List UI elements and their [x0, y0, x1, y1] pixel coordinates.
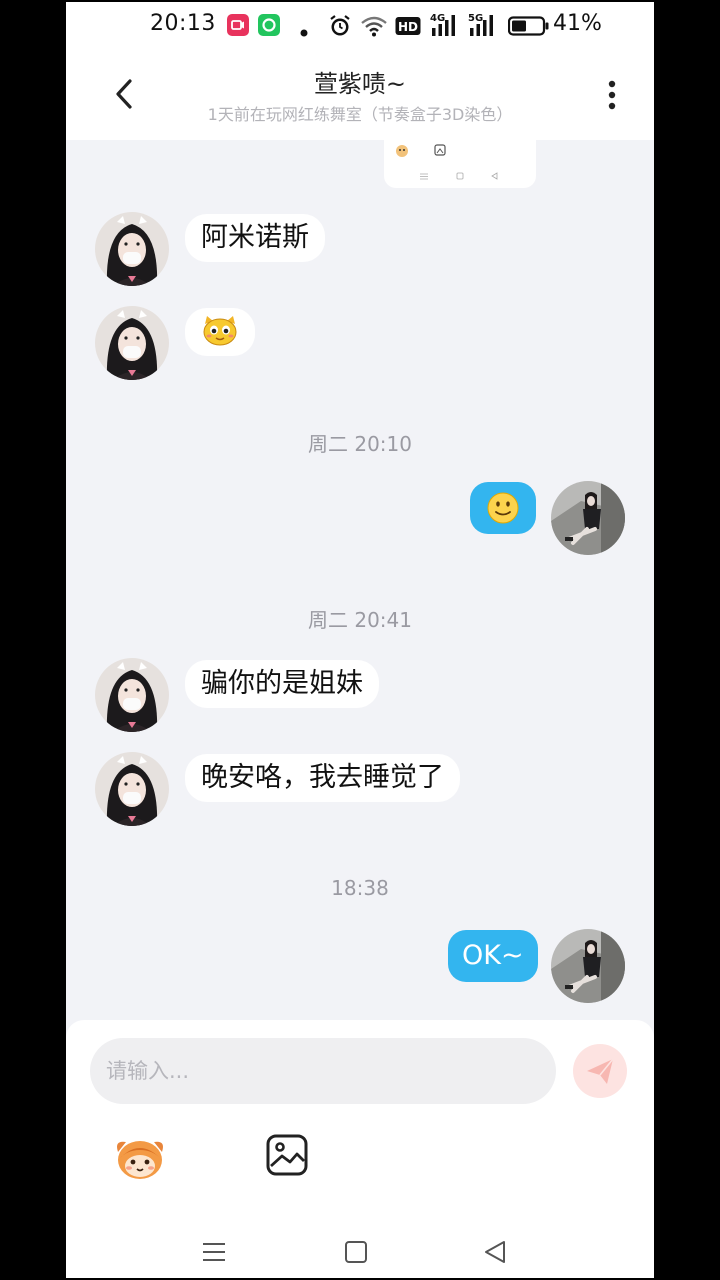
message-bubble-incoming[interactable]: 晚安咯，我去睡觉了 [185, 754, 460, 802]
svg-text:HD: HD [398, 20, 418, 34]
wifi-icon [360, 15, 388, 41]
alarm-icon [328, 14, 352, 42]
contact-avatar[interactable] [95, 212, 169, 286]
home-nav-icon [345, 1241, 367, 1263]
contact-name: 萱紫啧~ [313, 70, 407, 98]
my-avatar[interactable] [551, 929, 625, 1003]
message-timestamp: 周二 20:10 [308, 432, 412, 456]
signal-4g-icon: 4G [430, 12, 462, 42]
slightly-smiling-face-icon [487, 492, 519, 524]
chat-header: 萱紫啧~ 1天前在玩网红练舞室（节奏盒子3D染色） [66, 50, 654, 140]
message-list[interactable]: 阿米诺斯 周二 20:10 周二 20:41 骗你的是姐妹 晚安咯，我去睡觉了 … [66, 136, 654, 1020]
system-nav-bar [66, 1220, 654, 1278]
sticker-message[interactable] [185, 308, 255, 356]
more-options-button[interactable] [600, 76, 624, 116]
screen-record-icon [227, 14, 249, 40]
dot-icon [300, 22, 308, 41]
contact-avatar[interactable] [95, 306, 169, 380]
message-bubble-incoming[interactable]: 阿米诺斯 [185, 214, 325, 262]
emoji-button[interactable] [112, 1132, 168, 1182]
menu-nav-icon [203, 1243, 225, 1261]
previous-image-message[interactable] [384, 136, 536, 188]
message-timestamp: 18:38 [331, 876, 389, 900]
send-button[interactable] [573, 1044, 627, 1098]
hd-badge: HD [395, 16, 421, 40]
status-time: 20:13 [150, 11, 216, 36]
my-avatar[interactable] [551, 481, 625, 555]
contact-activity-status: 1天前在玩网红练舞室（节奏盒子3D染色） [207, 105, 513, 124]
more-vertical-icon [608, 80, 616, 110]
yellow-cat-sticker-icon [203, 316, 237, 346]
app-notification-icon [258, 14, 280, 40]
chat-screen: 20:13 HD 4G 5G 41% 萱紫啧~ 1天前在玩网红练舞室（节奏盒子3… [66, 2, 654, 1278]
image-picker-button[interactable] [266, 1134, 308, 1176]
emoji-mascot-icon [117, 1141, 163, 1179]
image-picker-icon [266, 1134, 308, 1176]
menu-nav-button[interactable] [201, 1240, 227, 1264]
message-timestamp: 周二 20:41 [308, 608, 412, 632]
message-bubble-incoming[interactable]: 骗你的是姐妹 [185, 660, 379, 708]
svg-text:4G: 4G [430, 13, 445, 24]
home-nav-button[interactable] [343, 1240, 369, 1264]
battery-percent: 41% [553, 11, 602, 36]
message-bubble-outgoing[interactable]: OK~ [448, 930, 538, 982]
svg-text:5G: 5G [468, 13, 483, 24]
battery-icon [507, 16, 550, 40]
contact-avatar[interactable] [95, 658, 169, 732]
send-icon [587, 1058, 614, 1084]
screenshot-thumbnail [396, 144, 498, 180]
back-nav-button[interactable] [482, 1240, 508, 1264]
message-input[interactable] [90, 1038, 556, 1104]
status-bar: 20:13 HD 4G 5G 41% [66, 2, 654, 50]
composer [66, 1020, 654, 1220]
message-bubble-outgoing[interactable] [470, 482, 536, 534]
back-nav-icon [485, 1241, 505, 1263]
contact-avatar[interactable] [95, 752, 169, 826]
signal-5g-icon: 5G [468, 12, 500, 42]
